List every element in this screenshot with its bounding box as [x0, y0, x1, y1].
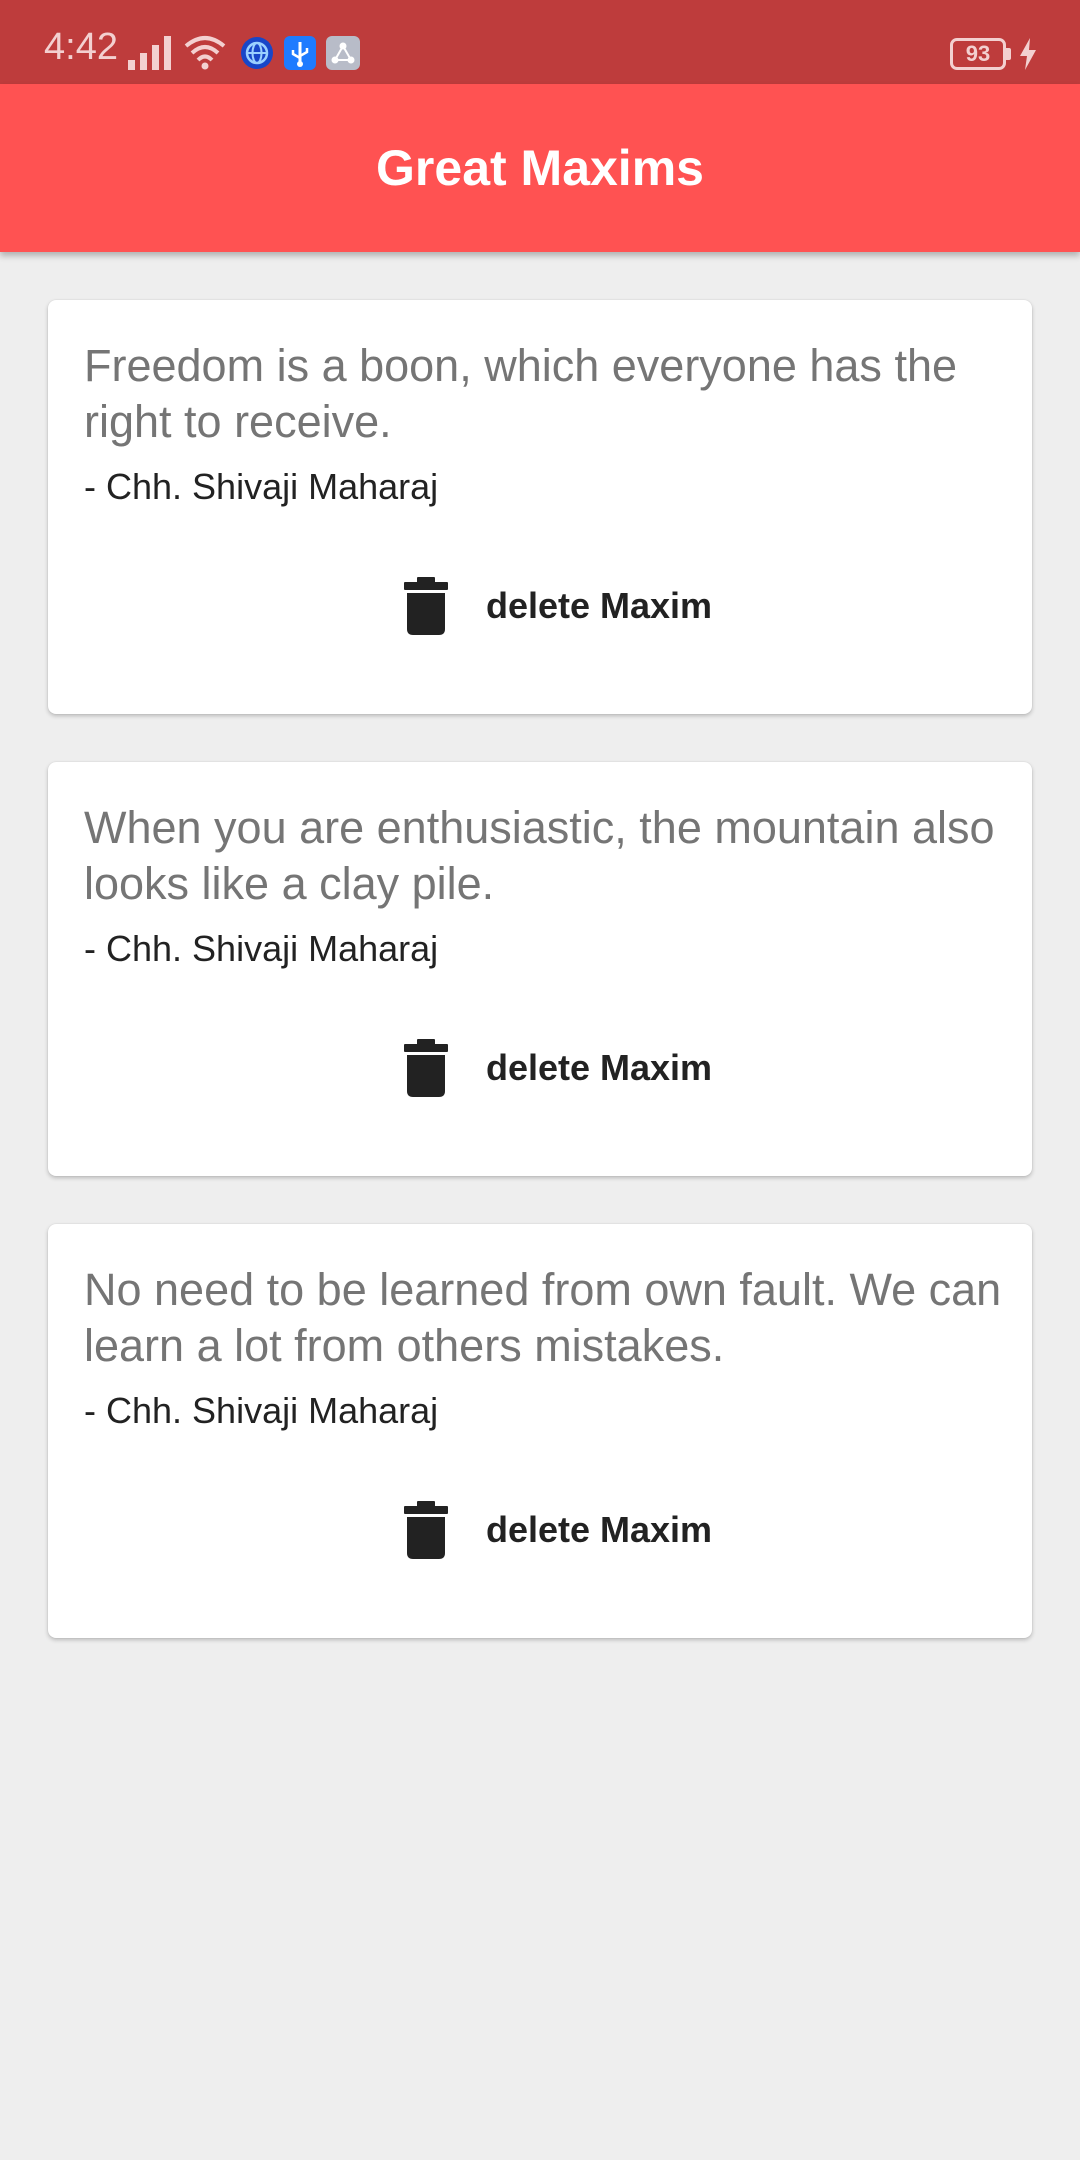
maxim-author: - Chh. Shivaji Maharaj — [84, 1390, 439, 1431]
wifi-icon — [184, 36, 226, 70]
delete-maxim-button[interactable]: delete Maxim — [378, 1026, 738, 1110]
signal-icon — [128, 36, 171, 70]
delete-button-label: delete Maxim — [485, 585, 713, 626]
delete-maxim-button[interactable]: delete Maxim — [378, 564, 738, 648]
battery-icon: 93 — [950, 38, 1006, 70]
app-title: Great Maxims — [376, 140, 704, 196]
battery-tip — [1006, 48, 1011, 60]
status-time: 4:42 — [44, 26, 118, 68]
charging-bolt-icon — [1020, 38, 1036, 70]
maxim-card: No need to be learned from own fault. We… — [48, 1224, 1032, 1638]
maxim-quote: When you are enthusiastic, the mountain … — [84, 802, 995, 909]
delete-button-label: delete Maxim — [485, 1047, 713, 1088]
delete-button-label: delete Maxim — [485, 1509, 713, 1550]
maxim-list: Freedom is a boon, which everyone has th… — [48, 300, 1032, 1686]
app-bar: Great Maxims — [0, 84, 1080, 252]
maxim-quote: No need to be learned from own fault. We… — [84, 1264, 1002, 1371]
battery-level: 93 — [965, 41, 991, 66]
maxim-card: Freedom is a boon, which everyone has th… — [48, 300, 1032, 714]
maxim-author: - Chh. Shivaji Maharaj — [84, 928, 439, 969]
maxim-quote: Freedom is a boon, which everyone has th… — [84, 340, 957, 447]
trash-icon — [403, 1039, 448, 1097]
maxim-card: When you are enthusiastic, the mountain … — [48, 762, 1032, 1176]
trash-icon — [403, 1501, 448, 1559]
trash-icon — [403, 577, 448, 635]
vpn-globe-icon — [241, 37, 273, 69]
usb-icon — [284, 36, 316, 70]
app-notification-icon — [326, 36, 360, 70]
delete-maxim-button[interactable]: delete Maxim — [378, 1488, 738, 1572]
status-bar: 4:42 93 — [0, 0, 1080, 84]
maxim-author: - Chh. Shivaji Maharaj — [84, 466, 439, 507]
